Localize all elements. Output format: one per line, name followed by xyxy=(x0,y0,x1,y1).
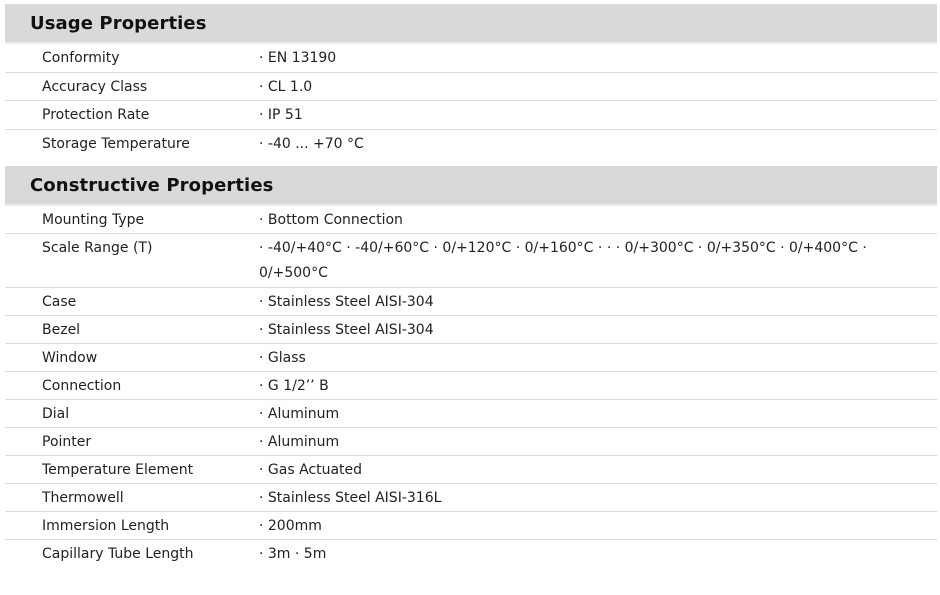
table-row: Immersion Length · 200mm xyxy=(5,512,937,540)
usage-properties-section: Usage Properties Conformity · EN 13190 A… xyxy=(5,4,937,158)
table-row: Dial · Aluminum xyxy=(5,400,937,428)
property-value: · Aluminum xyxy=(259,434,340,450)
property-value: · Stainless Steel AISI-304 xyxy=(259,322,434,338)
property-label: Case xyxy=(42,294,77,310)
property-label: Thermowell xyxy=(42,490,124,506)
constructive-properties-table: Mounting Type · Bottom Connection Scale … xyxy=(5,206,937,568)
constructive-properties-header: Constructive Properties xyxy=(5,166,937,206)
property-value: · EN 13190 xyxy=(259,50,337,66)
property-value: · -40 ... +70 °C xyxy=(259,135,364,152)
section-title: Constructive Properties xyxy=(30,174,274,196)
property-value: · Bottom Connection xyxy=(259,212,403,228)
property-label: Protection Rate xyxy=(42,107,150,123)
property-label: Connection xyxy=(42,378,122,394)
property-value: · G 1/2’’ B xyxy=(259,378,329,394)
table-row: Scale Range (T) · -40/+40°C · -40/+60°C … xyxy=(5,234,937,288)
property-value: · -40/+40°C · -40/+60°C · 0/+120°C · 0/+… xyxy=(259,240,867,281)
property-value: · Gas Actuated xyxy=(259,462,363,478)
table-row: Connection · G 1/2’’ B xyxy=(5,372,937,400)
usage-properties-table: Conformity · EN 13190 Accuracy Class · C… xyxy=(5,44,937,158)
table-row: Thermowell · Stainless Steel AISI-316L xyxy=(5,484,937,512)
properties-document: Usage Properties Conformity · EN 13190 A… xyxy=(5,0,937,568)
property-value: · CL 1.0 xyxy=(259,78,313,95)
property-value: · Aluminum xyxy=(259,406,340,422)
table-row: Mounting Type · Bottom Connection xyxy=(5,206,937,234)
table-row: Case · Stainless Steel AISI-304 xyxy=(5,288,937,316)
property-label: Accuracy Class xyxy=(42,78,148,95)
property-label: Mounting Type xyxy=(42,212,145,228)
table-row: Pointer · Aluminum xyxy=(5,428,937,456)
property-label: Conformity xyxy=(42,50,120,66)
property-label: Capillary Tube Length xyxy=(42,546,194,562)
table-row: Capillary Tube Length · 3m · 5m xyxy=(5,540,937,568)
table-row: Temperature Element · Gas Actuated xyxy=(5,456,937,484)
property-label: Immersion Length xyxy=(42,518,170,534)
property-value: · Glass xyxy=(259,350,306,366)
table-row: Window · Glass xyxy=(5,344,937,372)
property-value: · 200mm xyxy=(259,518,322,534)
property-value: · Stainless Steel AISI-304 xyxy=(259,294,434,310)
property-label: Temperature Element xyxy=(42,462,194,478)
property-value: · IP 51 xyxy=(259,107,303,123)
section-title: Usage Properties xyxy=(30,12,207,34)
property-value: · Stainless Steel AISI-316L xyxy=(259,490,442,506)
property-label: Scale Range (T) xyxy=(42,240,153,256)
table-row: Storage Temperature · -40 ... +70 °C xyxy=(5,130,937,159)
property-label: Pointer xyxy=(42,434,92,450)
table-row: Conformity · EN 13190 xyxy=(5,44,937,73)
usage-properties-header: Usage Properties xyxy=(5,4,937,44)
table-row: Bezel · Stainless Steel AISI-304 xyxy=(5,316,937,344)
constructive-properties-section: Constructive Properties Mounting Type · … xyxy=(5,166,937,568)
table-row: Protection Rate · IP 51 xyxy=(5,101,937,130)
property-label: Bezel xyxy=(42,322,81,338)
property-label: Window xyxy=(42,350,98,366)
property-label: Dial xyxy=(42,406,70,422)
property-label: Storage Temperature xyxy=(42,135,190,152)
table-row: Accuracy Class · CL 1.0 xyxy=(5,73,937,101)
property-value: · 3m · 5m xyxy=(259,546,327,562)
